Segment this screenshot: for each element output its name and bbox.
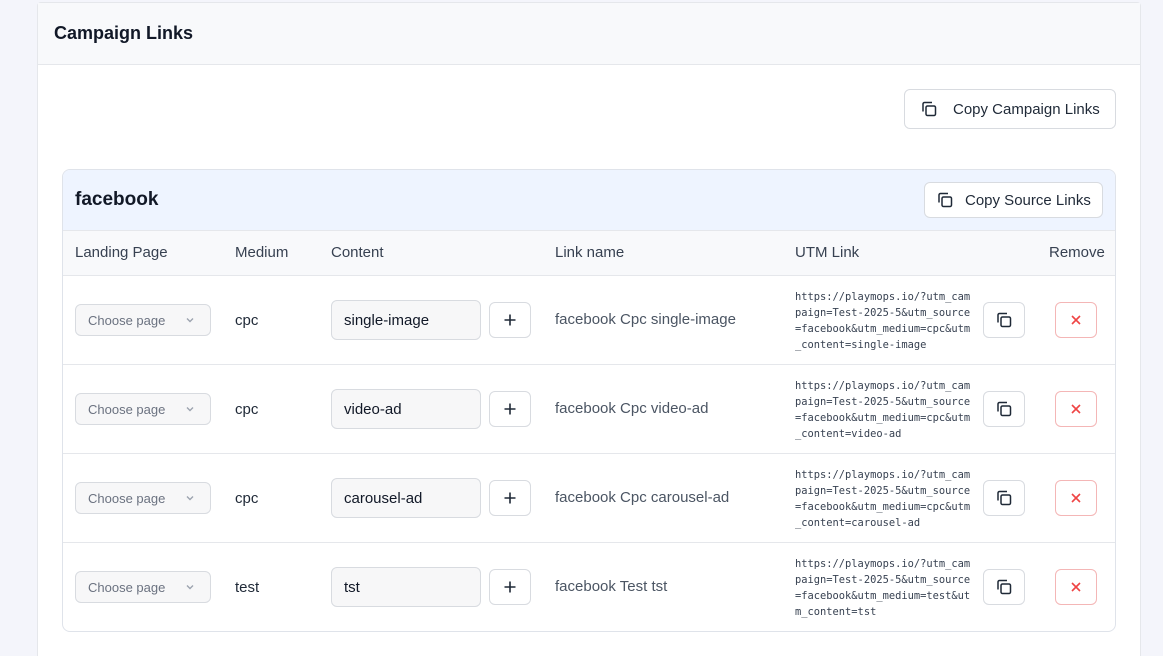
column-header-remove: Remove bbox=[1049, 244, 1105, 261]
copy-utm-link-button[interactable] bbox=[983, 391, 1025, 427]
chevron-down-icon bbox=[186, 585, 194, 590]
source-name: facebook bbox=[75, 189, 159, 210]
landing-page-placeholder: Choose page bbox=[88, 401, 166, 417]
add-content-button[interactable] bbox=[489, 302, 531, 338]
chevron-down-icon bbox=[186, 407, 194, 412]
content-input[interactable] bbox=[331, 478, 481, 518]
utm-link: https://playmops.io/?utm_campaign=Test-2… bbox=[795, 380, 971, 440]
link-name: facebook Test tst bbox=[555, 578, 668, 595]
x-icon bbox=[1071, 493, 1081, 503]
copy-icon bbox=[997, 490, 1012, 506]
campaign-links-card: Campaign Links Copy Campaign Links faceb… bbox=[37, 2, 1141, 656]
card-header: Campaign Links bbox=[38, 3, 1140, 65]
landing-page-select[interactable]: Choose page bbox=[75, 571, 211, 603]
medium-value: cpc bbox=[235, 490, 259, 507]
remove-row-button[interactable] bbox=[1055, 569, 1097, 605]
plus-icon bbox=[504, 492, 516, 504]
landing-page-placeholder: Choose page bbox=[88, 579, 166, 595]
utm-link: https://playmops.io/?utm_campaign=Test-2… bbox=[795, 469, 971, 529]
copy-icon bbox=[997, 579, 1012, 595]
copy-campaign-links-label: Copy Campaign Links bbox=[953, 100, 1100, 118]
column-header-link-name: Link name bbox=[555, 244, 625, 261]
link-name: facebook Cpc carousel-ad bbox=[555, 489, 730, 506]
copy-campaign-links-button[interactable]: Copy Campaign Links bbox=[904, 89, 1116, 129]
medium-value: cpc bbox=[235, 312, 259, 329]
landing-page-placeholder: Choose page bbox=[88, 490, 166, 506]
chevron-down-icon bbox=[186, 496, 194, 501]
landing-page-select[interactable]: Choose page bbox=[75, 393, 211, 425]
column-header-utm-link: UTM Link bbox=[795, 244, 860, 261]
landing-page-placeholder: Choose page bbox=[88, 312, 166, 328]
medium-value: test bbox=[235, 579, 260, 596]
copy-source-links-button[interactable]: Copy Source Links bbox=[924, 182, 1103, 218]
table-row: Choose page cpc facebook Cpc carousel-ad… bbox=[63, 454, 1115, 543]
add-content-button[interactable] bbox=[489, 480, 531, 516]
page-title: Campaign Links bbox=[54, 23, 194, 43]
content-input[interactable] bbox=[331, 300, 481, 340]
copy-utm-link-button[interactable] bbox=[983, 302, 1025, 338]
remove-row-button[interactable] bbox=[1055, 391, 1097, 427]
column-header-medium: Medium bbox=[235, 244, 289, 261]
add-content-button[interactable] bbox=[489, 391, 531, 427]
copy-icon bbox=[938, 192, 953, 208]
utm-link: https://playmops.io/?utm_campaign=Test-2… bbox=[795, 558, 971, 618]
remove-row-button[interactable] bbox=[1055, 480, 1097, 516]
landing-page-select[interactable]: Choose page bbox=[75, 304, 211, 336]
content-input[interactable] bbox=[331, 567, 481, 607]
table-row: Choose page cpc facebook Cpc video-ad ht… bbox=[63, 365, 1115, 454]
medium-value: cpc bbox=[235, 401, 259, 418]
table-row: Choose page test facebook Test tst https… bbox=[63, 543, 1115, 631]
remove-row-button[interactable] bbox=[1055, 302, 1097, 338]
landing-page-select[interactable]: Choose page bbox=[75, 482, 211, 514]
table-row: Choose page cpc facebook Cpc single-imag… bbox=[63, 276, 1115, 365]
copy-utm-link-button[interactable] bbox=[983, 480, 1025, 516]
add-content-button[interactable] bbox=[489, 569, 531, 605]
chevron-down-icon bbox=[186, 318, 194, 323]
content-input[interactable] bbox=[331, 389, 481, 429]
copy-source-links-label: Copy Source Links bbox=[965, 191, 1091, 209]
link-name: facebook Cpc single-image bbox=[555, 311, 736, 328]
plus-icon bbox=[504, 314, 516, 326]
x-icon bbox=[1071, 404, 1081, 414]
x-icon bbox=[1071, 315, 1081, 325]
table-header: Landing Page Medium Content Link name UT… bbox=[63, 231, 1115, 276]
plus-icon bbox=[504, 403, 516, 415]
copy-icon bbox=[997, 312, 1012, 328]
x-icon bbox=[1071, 582, 1081, 592]
copy-icon bbox=[997, 401, 1012, 417]
column-header-content: Content bbox=[331, 244, 384, 261]
column-header-landing-page: Landing Page bbox=[75, 244, 168, 261]
source-header: facebook Copy Source Links bbox=[63, 170, 1115, 231]
source-group-facebook: facebook Copy Source Links Landing Page … bbox=[62, 169, 1116, 632]
utm-link: https://playmops.io/?utm_campaign=Test-2… bbox=[795, 291, 971, 351]
copy-icon bbox=[922, 101, 937, 117]
plus-icon bbox=[504, 581, 516, 593]
link-name: facebook Cpc video-ad bbox=[555, 400, 709, 417]
copy-utm-link-button[interactable] bbox=[983, 569, 1025, 605]
